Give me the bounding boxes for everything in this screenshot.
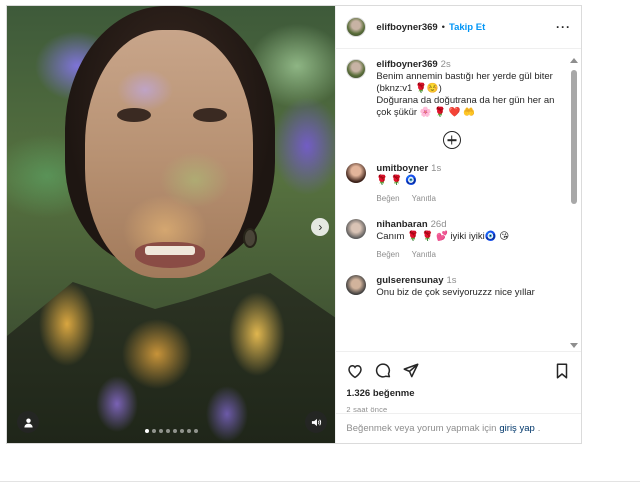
avatar[interactable] [346, 59, 367, 79]
carousel-dot [151, 429, 156, 433]
login-prompt: Beğenmek veya yorum yapmak için giriş ya… [336, 413, 581, 443]
avatar[interactable] [346, 163, 367, 183]
tagged-users-button[interactable] [17, 411, 39, 433]
comment-reply-button[interactable]: Yanıtla [412, 250, 436, 259]
comment-time: 1s [431, 163, 442, 174]
caption-line: Doğurana da doğutrana da her gün her an … [376, 95, 555, 118]
photo-face [85, 30, 253, 278]
user-icon [23, 417, 33, 428]
speaker-icon [311, 418, 322, 426]
login-link[interactable]: giriş yap [499, 423, 534, 434]
comment-time: 1s [446, 275, 457, 286]
comment-item: umitboyner 1s 🌹 🌹 🧿 Beğen Yanıtla [346, 163, 557, 205]
comment-like-button[interactable]: Beğen [376, 250, 399, 259]
comment-reply-button[interactable]: Yanıtla [412, 194, 436, 203]
login-prompt-text: Beğenmek veya yorum yapmak için [346, 423, 497, 434]
carousel-dot [193, 429, 198, 433]
carousel-dot [179, 429, 184, 433]
avatar[interactable] [346, 275, 367, 295]
comment-username[interactable]: gulserensunay [376, 275, 443, 286]
carousel-dot [165, 429, 170, 433]
carousel-dot [186, 429, 191, 433]
carousel-dot [158, 429, 163, 433]
likes-count[interactable]: 1.326 beğenme [346, 388, 571, 399]
heart-icon[interactable] [346, 362, 364, 380]
caption-username[interactable]: elifboyner369 [376, 59, 437, 70]
comment-item: nihanbaran 26d Canım 🌹 🌹 💕 iyiki iyiki🧿 😘… [346, 219, 557, 261]
avatar[interactable] [346, 17, 367, 37]
post-username[interactable]: elifboyner369 [376, 22, 437, 33]
comment-username[interactable]: umitboyner [376, 163, 428, 174]
comment-text: Onu biz de çok seviyoruzzz nice yıllar [376, 287, 535, 298]
carousel-dot [144, 429, 149, 433]
photo-scarf [7, 273, 336, 443]
caption-line: (bknz:v1 🌹☺️) [376, 83, 442, 94]
comment-text: Canım 🌹 🌹 💕 iyiki iyiki🧿 😘 [376, 231, 510, 242]
plus-circle-icon [442, 131, 461, 149]
comment-item: gulserensunay 1s Onu biz de çok seviyoruz… [346, 275, 557, 299]
scrollbar-thumb[interactable] [571, 70, 577, 204]
post-header: elifboyner369 • Takip Et ··· [336, 6, 581, 49]
comment-text: 🌹 🌹 🧿 [376, 175, 418, 186]
more-options-icon[interactable]: ··· [556, 20, 571, 34]
comments-list[interactable]: elifboyner369 2s Benim annemin bastığı he… [336, 49, 567, 349]
chevron-right-icon: › [318, 220, 323, 234]
photo-eye-left [117, 108, 151, 122]
post-media[interactable]: › [7, 6, 336, 443]
avatar[interactable] [346, 219, 367, 239]
post-caption: elifboyner369 2s Benim annemin bastığı he… [346, 59, 557, 119]
load-more-comments-button[interactable] [346, 131, 557, 149]
page-divider [0, 481, 640, 482]
comments-scrollbar[interactable] [569, 58, 579, 348]
carousel-indicator [7, 429, 335, 433]
post-actions: 1.326 beğenme 2 saat önce [336, 351, 581, 414]
follow-button[interactable]: Takip Et [449, 22, 485, 33]
caption-time: 2s [440, 59, 451, 70]
bookmark-icon[interactable] [553, 362, 571, 380]
scroll-down-arrow-icon[interactable] [570, 343, 578, 348]
scroll-up-arrow-icon[interactable] [570, 58, 578, 63]
instagram-post: › elifboyner369 • Takip Et ··· elifboyne… [6, 5, 582, 444]
post-sidebar: elifboyner369 • Takip Et ··· elifboyner3… [335, 6, 581, 443]
login-prompt-suffix: . [537, 423, 541, 434]
comment-like-button[interactable]: Beğen [376, 194, 399, 203]
comment-icon[interactable] [374, 362, 392, 380]
caption-line: Benim annemin bastığı her yerde gül bite… [376, 71, 553, 82]
photo-earring [243, 228, 257, 248]
comment-time: 26d [430, 219, 447, 230]
photo-eye-right [193, 108, 227, 122]
comment-username[interactable]: nihanbaran [376, 219, 427, 230]
next-slide-button[interactable]: › [311, 218, 330, 236]
share-icon[interactable] [402, 362, 420, 380]
separator-dot: • [441, 21, 445, 33]
photo-teeth [145, 246, 195, 255]
carousel-dot [172, 429, 177, 433]
